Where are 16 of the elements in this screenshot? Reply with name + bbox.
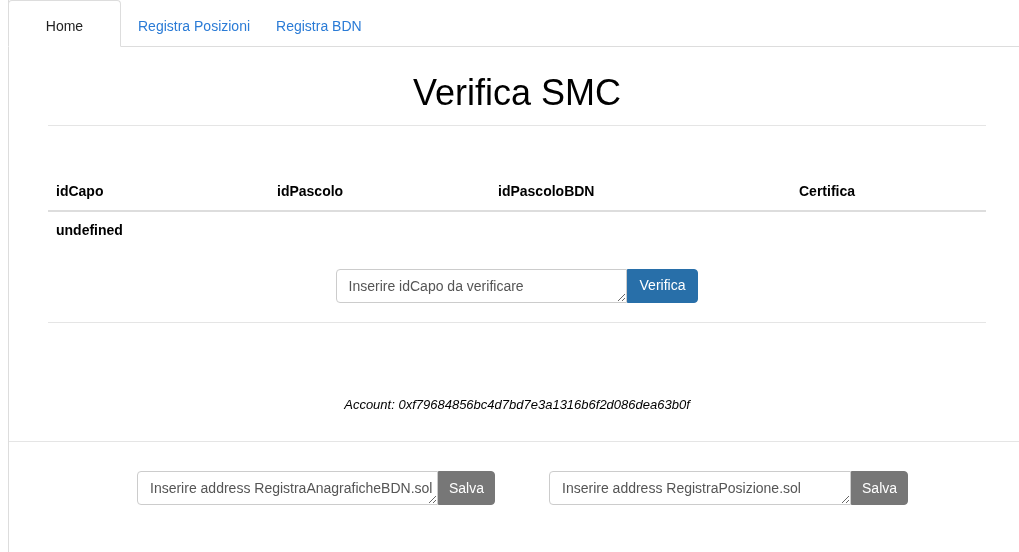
page-title: Verifica SMC: [411, 71, 623, 115]
column-header: idPascoloBDN: [498, 183, 595, 199]
column-header: idCapo: [56, 183, 104, 199]
input-field[interactable]: Inserire address RegistraAnagraficheBDN.sol: [137, 471, 438, 505]
table-cell: undefined: [56, 222, 123, 238]
save-button[interactable]: Salva: [851, 471, 909, 505]
tab[interactable]: Home: [8, 0, 121, 47]
save-button[interactable]: Salva: [438, 471, 496, 505]
tab[interactable]: Registra BDN: [263, 0, 375, 47]
column-header: idPascolo: [277, 183, 344, 199]
verify-button[interactable]: Verifica: [626, 268, 699, 303]
account-address: Account: 0xf79684856bc4d7bd7e3a1316b6f2d086dea63b0f: [343, 396, 692, 414]
input-field[interactable]: Inserire idCapo da verificare: [335, 268, 627, 303]
tab[interactable]: Registra Posizioni: [125, 0, 264, 47]
input-field[interactable]: Inserire address RegistraPosizione.sol: [549, 471, 852, 505]
column-header: Certifica: [799, 183, 856, 199]
